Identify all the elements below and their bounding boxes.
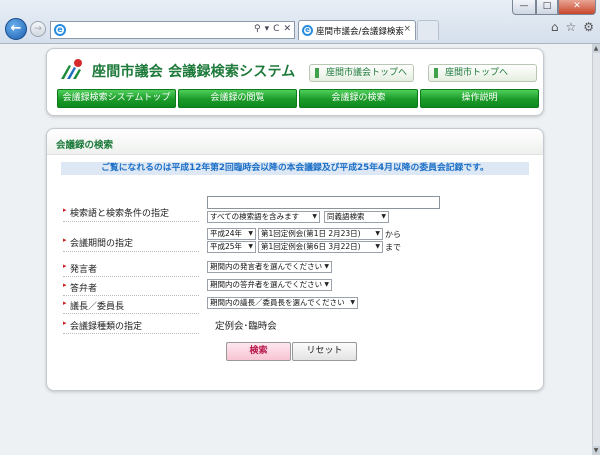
divider: [63, 313, 199, 314]
period-from-session-select[interactable]: 第1回定例会(第1日 2月23日) ▼: [258, 228, 383, 240]
scroll-up-icon[interactable]: ▲: [592, 44, 600, 53]
window-controls: — □ ✕: [512, 0, 596, 16]
divider: [63, 251, 199, 252]
answerer-label: 答弁者: [63, 281, 97, 294]
keyword-condition-value: すべての検索語を含みます: [210, 212, 300, 221]
browser-chrome: — □ ✕ ← → e ⚲ ▾ C ✕ e 座間市議会/会議録検索シ... × …: [0, 0, 600, 44]
chevron-down-icon: ▼: [350, 299, 355, 306]
address-bar[interactable]: e ⚲ ▾ C ✕: [50, 21, 295, 39]
period-to-year-select[interactable]: 平成25年 ▼: [207, 241, 256, 253]
chevron-down-icon: ▼: [312, 213, 317, 220]
keyword-input[interactable]: [207, 196, 440, 209]
answerer-select[interactable]: 期間内の答弁者を選んでください ▼: [207, 279, 332, 291]
close-window-button[interactable]: ✕: [558, 0, 596, 15]
toolbar-icons: ⌂ ☆ ⚙: [551, 20, 594, 34]
refresh-icon[interactable]: C: [273, 24, 279, 34]
period-label: 会議期間の指定: [63, 236, 133, 249]
answerer-select-value: 期間内の答弁者を選んでください: [210, 280, 323, 289]
chevron-down-icon[interactable]: ▾: [265, 24, 270, 34]
nav-system-top[interactable]: 会議録検索システムトップ: [57, 89, 176, 108]
link-mark-icon: [315, 68, 319, 78]
forward-button[interactable]: →: [30, 21, 46, 37]
chevron-down-icon: ▼: [324, 263, 329, 270]
synonym-select[interactable]: 同義語検索 ▼: [324, 211, 389, 223]
city-top-link-label: 座間市トップへ: [445, 68, 509, 78]
period-to-suffix: まで: [385, 243, 401, 252]
chair-select-value: 期間内の議長／委員長を選んでください: [210, 298, 345, 307]
divider: [63, 221, 199, 222]
reset-button[interactable]: リセット: [292, 342, 357, 361]
period-to-session-select[interactable]: 第1回定例会(第6日 3月22日) ▼: [258, 241, 383, 253]
notice-banner: ご覧になれるのは平成12年第2回臨時会以降の本会議録及び平成25年4月以降の委員…: [61, 162, 529, 175]
keyword-condition-select[interactable]: すべての検索語を含みます ▼: [207, 211, 320, 223]
section-title: 会議録の検索: [56, 140, 114, 151]
address-tools: ⚲ ▾ C ✕: [254, 24, 291, 34]
chevron-down-icon: ▼: [381, 213, 386, 220]
period-from-suffix: から: [385, 230, 401, 239]
nav-browse[interactable]: 会議録の閲覧: [178, 89, 297, 108]
browser-tab[interactable]: e 座間市議会/会議録検索シ... ×: [298, 20, 416, 40]
new-tab-button[interactable]: [417, 20, 439, 40]
home-icon[interactable]: ⌂: [551, 20, 559, 34]
gear-icon[interactable]: ⚙: [583, 20, 594, 34]
chevron-down-icon: ▼: [248, 243, 253, 250]
period-from-year-select[interactable]: 平成24年 ▼: [207, 228, 256, 240]
site-title: 座間市議会 会議録検索システム: [92, 64, 296, 80]
stop-icon[interactable]: ✕: [283, 24, 291, 34]
period-to-year-value: 平成25年: [210, 242, 243, 251]
synonym-value: 同義語検索: [327, 212, 365, 221]
vertical-scrollbar[interactable]: [592, 44, 600, 455]
period-from-year-value: 平成24年: [210, 229, 243, 238]
speaker-select-value: 期間内の発言者を選んでください: [210, 262, 323, 271]
search-panel: 会議録の検索 ご覧になれるのは平成12年第2回臨時会以降の本会議録及び平成25年…: [46, 128, 544, 391]
scroll-down-icon[interactable]: ▼: [592, 446, 600, 455]
chair-select[interactable]: 期間内の議長／委員長を選んでください ▼: [207, 297, 358, 309]
chevron-down-icon: ▼: [375, 243, 380, 250]
ie-tab-icon: e: [302, 25, 313, 36]
maximize-button[interactable]: □: [536, 0, 558, 15]
search-icon[interactable]: ⚲: [254, 24, 261, 34]
council-top-link[interactable]: 座間市議会トップへ: [309, 64, 414, 82]
nav-search[interactable]: 会議録の検索: [299, 89, 418, 108]
chevron-down-icon: ▼: [324, 281, 329, 288]
chair-label: 議長／委員長: [63, 299, 124, 312]
chevron-down-icon: ▼: [375, 230, 380, 237]
header-panel: 座間市議会 会議録検索システム 座間市議会トップへ 座間市トップへ 会議録検索シ…: [46, 48, 544, 116]
divider: [63, 333, 199, 334]
ie-page-icon: e: [54, 24, 66, 36]
divider: [63, 295, 199, 296]
back-button[interactable]: ←: [5, 18, 27, 40]
favorites-icon[interactable]: ☆: [565, 20, 576, 34]
main-nav: 会議録検索システムトップ 会議録の閲覧 会議録の検索 操作説明: [57, 89, 539, 108]
city-top-link[interactable]: 座間市トップへ: [428, 64, 537, 82]
council-top-link-label: 座間市議会トップへ: [326, 68, 408, 78]
kind-label: 会議録種類の指定: [63, 319, 142, 332]
period-to-session-value: 第1回定例会(第6日 3月22日): [261, 242, 361, 251]
period-from-session-value: 第1回定例会(第1日 2月23日): [261, 229, 361, 238]
speaker-select[interactable]: 期間内の発言者を選んでください ▼: [207, 261, 332, 273]
chevron-down-icon: ▼: [248, 230, 253, 237]
meeting-kind-value[interactable]: 定例会･臨時会: [215, 318, 277, 332]
tab-title: 座間市議会/会議録検索シ...: [316, 27, 404, 37]
city-logo: [61, 59, 82, 79]
link-mark-icon: [434, 68, 438, 78]
search-header: 会議録の検索: [47, 129, 543, 155]
nav-help[interactable]: 操作説明: [420, 89, 539, 108]
tab-close-icon[interactable]: ×: [403, 24, 411, 34]
divider: [63, 276, 199, 277]
speaker-label: 発言者: [63, 262, 97, 275]
minimize-button[interactable]: —: [512, 0, 536, 15]
keyword-label: 検索語と検索条件の指定: [63, 206, 169, 219]
search-button[interactable]: 検索: [226, 342, 291, 361]
